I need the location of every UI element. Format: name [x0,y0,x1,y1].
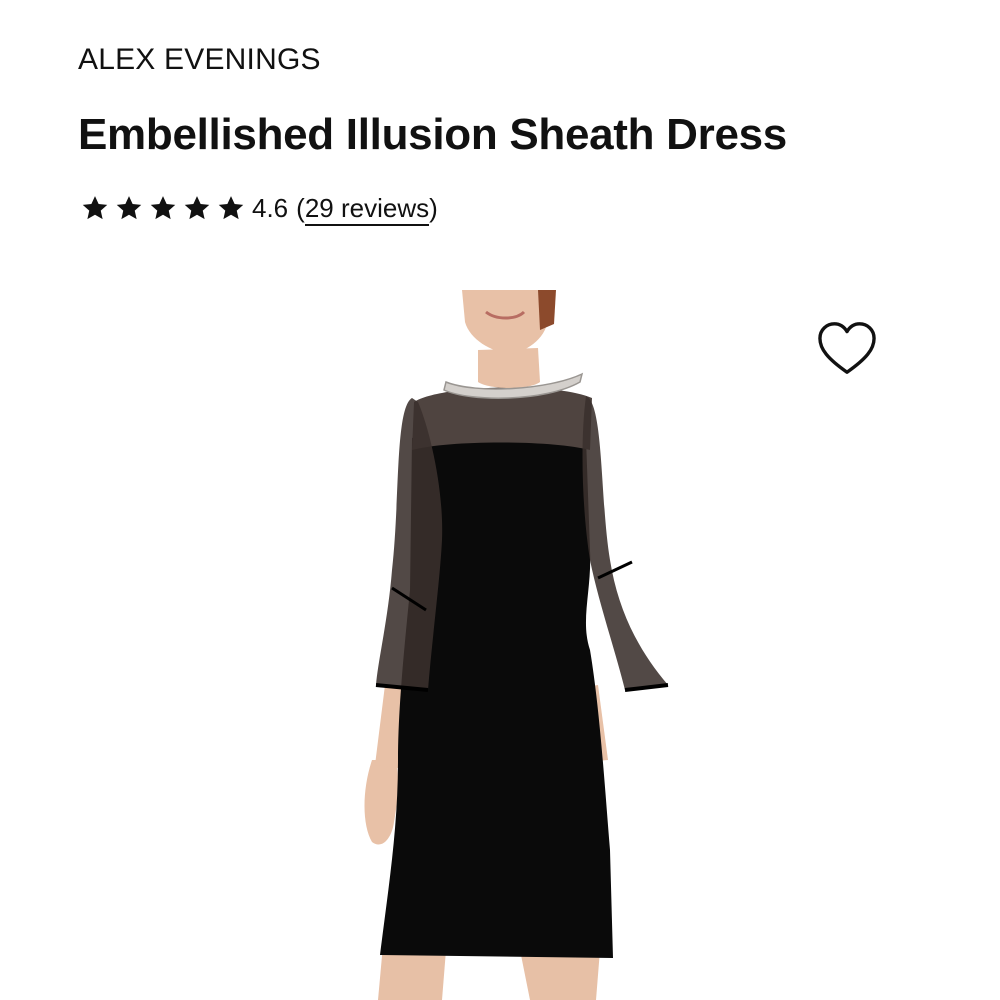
product-photo [364,290,669,1000]
star-icon [80,193,110,223]
star-icon [148,193,178,223]
rating-value: 4.6 [252,192,289,223]
star-rating [80,193,250,223]
brand-name[interactable]: ALEX EVENINGS [78,42,321,78]
star-icon [182,193,212,223]
star-icon [114,193,144,223]
reviews-close-paren: ) [429,192,438,223]
reviews-count[interactable]: 29 reviews [304,192,430,226]
product-image[interactable] [0,290,1000,1000]
reviews-open-paren: ( [296,192,305,223]
star-icon [216,193,246,223]
product-title: Embellished Illusion Sheath Dress [78,110,787,159]
heart-outline-icon[interactable] [816,320,878,378]
rating-row: 4.6 (29 reviews) [80,190,438,226]
reviews-link[interactable]: (29 reviews) [296,192,438,226]
